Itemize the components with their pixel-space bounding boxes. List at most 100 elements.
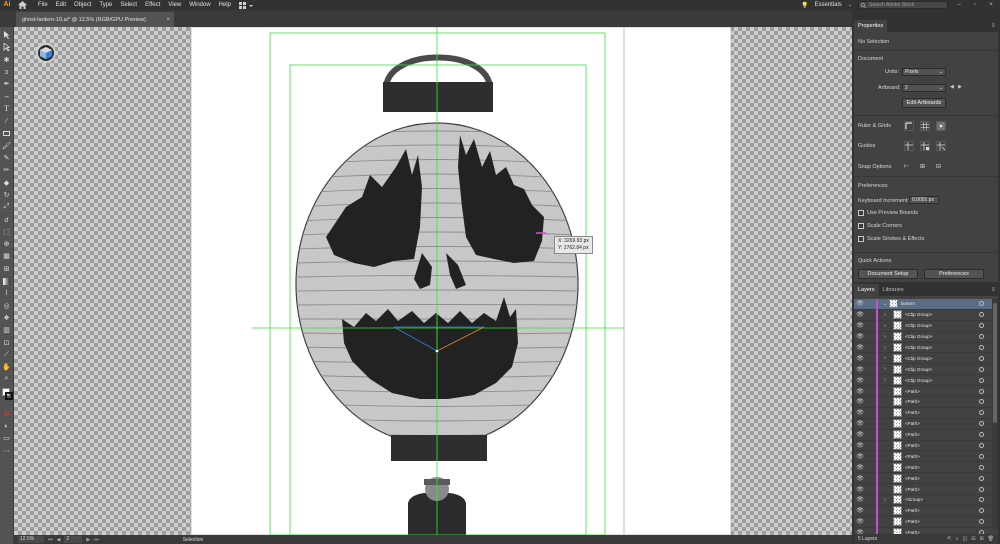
menu-type[interactable]: Type bbox=[99, 0, 112, 10]
zoom-tool[interactable]: ⌕ bbox=[1, 373, 13, 385]
visibility-eye-icon[interactable]: 👁 bbox=[854, 518, 866, 525]
target-circle-icon[interactable] bbox=[979, 410, 984, 416]
use-preview-bounds-checkbox[interactable] bbox=[858, 210, 864, 216]
document-setup-button[interactable]: Document Setup bbox=[858, 269, 918, 279]
expand-arrow-icon[interactable]: › bbox=[881, 355, 889, 361]
visibility-eye-icon[interactable]: 👁 bbox=[854, 409, 866, 416]
visibility-eye-icon[interactable]: 👁 bbox=[854, 311, 866, 318]
shaper-tool[interactable]: ✎ bbox=[1, 152, 13, 164]
visibility-eye-icon[interactable]: 👁 bbox=[854, 464, 866, 471]
layer-row[interactable]: 👁 › <Clip Group> bbox=[854, 374, 992, 387]
layer-row[interactable]: 👁 <Path> bbox=[854, 472, 992, 485]
mesh-tool[interactable]: ⊞ bbox=[1, 263, 13, 275]
panel-menu-icon[interactable]: ≡ bbox=[991, 20, 998, 32]
visibility-eye-icon[interactable]: 👁 bbox=[854, 420, 866, 427]
screen-mode-button[interactable]: ▭ bbox=[1, 432, 13, 444]
target-circle-icon[interactable] bbox=[979, 497, 984, 503]
blend-tool[interactable]: ◎ bbox=[1, 300, 13, 312]
perspective-grid-tool[interactable]: ▦ bbox=[1, 250, 13, 262]
visibility-eye-icon[interactable]: 👁 bbox=[854, 388, 866, 395]
free-transform-tool[interactable]: ⬚ bbox=[1, 226, 13, 238]
symbol-sprayer-tool[interactable]: ❖ bbox=[1, 312, 13, 324]
visibility-eye-icon[interactable]: 👁 bbox=[854, 322, 866, 329]
scale-strokes-checkbox[interactable] bbox=[858, 236, 864, 242]
layer-row[interactable]: 👁 › <Group> bbox=[854, 494, 992, 506]
layer-row[interactable]: 👁 <Path> bbox=[854, 418, 992, 430]
target-circle-icon[interactable] bbox=[979, 377, 984, 383]
target-circle-icon[interactable] bbox=[979, 443, 984, 449]
menu-select[interactable]: Select bbox=[120, 0, 137, 10]
layer-row[interactable]: 👁 › <Clip Group> bbox=[854, 331, 992, 343]
layer-row[interactable]: 👁 › <Clip Group> bbox=[854, 352, 992, 365]
visibility-eye-icon[interactable]: 👁 bbox=[854, 475, 866, 482]
layer-row[interactable]: 👁 <Path> bbox=[854, 483, 992, 496]
artboard-number-field[interactable]: 2 bbox=[64, 536, 83, 543]
first-artboard-icon[interactable]: ⏮ bbox=[48, 537, 53, 543]
grid-icon[interactable] bbox=[920, 121, 930, 131]
visibility-eye-icon[interactable]: 👁 bbox=[854, 431, 866, 438]
visibility-eye-icon[interactable]: 👁 bbox=[854, 486, 866, 493]
artboard-select[interactable]: 2 ⌄ bbox=[902, 84, 946, 92]
lasso-tool[interactable]: ↄ bbox=[1, 66, 13, 78]
visibility-eye-icon[interactable]: 👁 bbox=[854, 300, 866, 307]
warp-tool[interactable]: ☌ bbox=[1, 213, 13, 225]
previous-artboard-icon[interactable]: ◀ bbox=[950, 84, 954, 90]
visibility-eye-icon[interactable]: 👁 bbox=[854, 442, 866, 449]
scale-tool[interactable]: ⤢ bbox=[1, 201, 13, 213]
tab-libraries[interactable]: Libraries bbox=[879, 284, 908, 296]
snap-to-grid-icon[interactable]: ⊞ bbox=[920, 163, 925, 170]
direct-selection-tool[interactable] bbox=[1, 41, 13, 53]
menu-file[interactable]: File bbox=[38, 0, 48, 10]
layer-row[interactable]: 👁 <Path> bbox=[854, 450, 992, 463]
target-circle-icon[interactable] bbox=[979, 366, 984, 372]
target-circle-icon[interactable] bbox=[979, 519, 984, 525]
visibility-eye-icon[interactable]: 👁 bbox=[854, 333, 866, 340]
menu-object[interactable]: Object bbox=[74, 0, 91, 10]
paintbrush-tool[interactable]: 🖌 bbox=[1, 140, 13, 152]
ruler-icon[interactable] bbox=[904, 121, 914, 131]
units-select[interactable]: Pixels ⌄ bbox=[902, 68, 946, 76]
expand-arrow-icon[interactable]: › bbox=[881, 366, 889, 372]
layers-menu-icon[interactable]: ≡ bbox=[991, 284, 998, 296]
layer-row[interactable]: 👁 ⌄ lantern bbox=[854, 298, 992, 310]
layer-row[interactable]: 👁 <Path> bbox=[854, 429, 992, 441]
locate-object-icon[interactable]: ⌕ bbox=[956, 536, 959, 542]
target-circle-icon[interactable] bbox=[979, 355, 984, 361]
perspective-view-badge[interactable] bbox=[36, 43, 56, 63]
minimize-icon[interactable]: – bbox=[954, 2, 964, 8]
tab-layers[interactable]: Layers bbox=[854, 284, 879, 296]
smart-guides-icon[interactable] bbox=[936, 141, 946, 151]
next-artboard-icon[interactable]: ▶ bbox=[86, 537, 90, 543]
layers-scrollbar[interactable] bbox=[992, 299, 998, 529]
target-circle-icon[interactable] bbox=[979, 301, 984, 307]
close-icon[interactable]: × bbox=[986, 2, 996, 8]
layer-row[interactable]: 👁 <Path> bbox=[854, 516, 992, 528]
expand-arrow-icon[interactable]: › bbox=[881, 312, 889, 318]
target-circle-icon[interactable] bbox=[979, 432, 984, 438]
shape-builder-tool[interactable]: ⊕ bbox=[1, 238, 13, 250]
visibility-eye-icon[interactable]: 👁 bbox=[854, 366, 866, 373]
arrange-documents-button[interactable] bbox=[238, 1, 253, 9]
artboard-tool[interactable]: ⊡ bbox=[1, 336, 13, 348]
layer-row[interactable]: 👁 › <Clip Group> bbox=[854, 309, 992, 321]
document-tab[interactable]: ghost-lantern-10.ai* @ 12.5% (RGB/GPU Pr… bbox=[16, 12, 174, 27]
target-circle-icon[interactable] bbox=[979, 312, 984, 318]
eraser-tool[interactable]: ◆ bbox=[1, 177, 13, 189]
expand-arrow-icon[interactable]: › bbox=[881, 377, 889, 383]
expand-arrow-icon[interactable]: › bbox=[881, 345, 889, 351]
next-artboard-icon[interactable]: ▶ bbox=[958, 84, 962, 90]
target-circle-icon[interactable] bbox=[979, 399, 984, 405]
edit-artboards-button[interactable]: Edit Artboards bbox=[902, 98, 946, 108]
expand-arrow-icon[interactable]: › bbox=[881, 323, 889, 329]
target-circle-icon[interactable] bbox=[979, 388, 984, 394]
zoom-level-field[interactable]: 12.5% bbox=[18, 536, 44, 543]
edit-toolbar-button[interactable]: ⋯ bbox=[1, 445, 13, 457]
rectangle-tool[interactable] bbox=[1, 127, 13, 139]
lock-guides-icon[interactable] bbox=[920, 141, 930, 151]
scale-corners-checkbox[interactable] bbox=[858, 223, 864, 229]
type-tool[interactable]: T bbox=[1, 103, 13, 115]
target-circle-icon[interactable] bbox=[979, 345, 984, 350]
menu-edit[interactable]: Edit bbox=[56, 0, 66, 10]
visibility-eye-icon[interactable]: 👁 bbox=[854, 344, 866, 351]
menu-effect[interactable]: Effect bbox=[145, 0, 160, 10]
